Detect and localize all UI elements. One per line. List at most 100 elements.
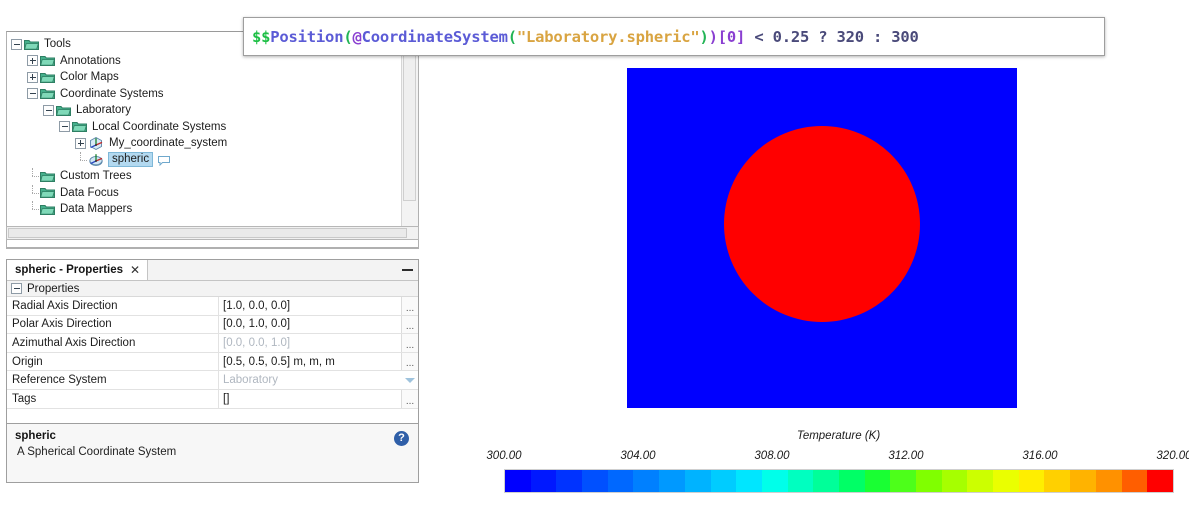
colorbar-swatch bbox=[1018, 470, 1045, 492]
tree-horizontal-scrollbar[interactable] bbox=[6, 226, 419, 240]
expand-collapse-icon[interactable] bbox=[11, 38, 22, 50]
expression-token: CoordinateSystem bbox=[361, 27, 508, 46]
tree-node-data-mappers[interactable]: Data Mappers bbox=[7, 201, 403, 218]
properties-tab-label: spheric - Properties bbox=[15, 264, 124, 276]
tree-node-spheric[interactable]: spheric bbox=[7, 151, 403, 169]
help-icon[interactable]: ? bbox=[394, 431, 409, 446]
tree-node-custom-trees[interactable]: Custom Trees bbox=[7, 168, 403, 185]
colorbar-swatch bbox=[607, 470, 634, 492]
description-panel: spheric A Spherical Coordinate System ? bbox=[6, 424, 419, 483]
colorbar-swatch bbox=[838, 470, 865, 492]
property-row[interactable]: Tags[]... bbox=[7, 389, 418, 409]
property-row[interactable]: Origin [0.5, 0.5, 0.5] m, m, m... bbox=[7, 352, 418, 372]
colorbar-swatch bbox=[556, 470, 583, 492]
colorbar-swatch bbox=[761, 470, 788, 492]
folder-icon bbox=[40, 54, 55, 67]
tree-elbow bbox=[27, 168, 40, 185]
ellipsis-button[interactable]: ... bbox=[401, 352, 418, 371]
properties-rows: Radial Axis Direction [1.0, 0.0, 0.0]... P… bbox=[7, 297, 418, 409]
tree-elbow bbox=[27, 201, 40, 218]
tab-spheric-properties[interactable]: spheric - Properties ✕ bbox=[7, 260, 149, 280]
colorbar-swatch bbox=[864, 470, 891, 492]
property-row[interactable]: Radial Axis Direction [1.0, 0.0, 0.0]... bbox=[7, 297, 418, 316]
model-tree-list[interactable]: Tools Annotations Color Maps Coordinate Sys… bbox=[7, 32, 403, 248]
tree-node-label: spheric bbox=[108, 152, 154, 168]
property-row[interactable]: Reference System Laboratory bbox=[7, 371, 418, 390]
property-row[interactable]: Polar Axis Direction [0.0, 1.0, 0.0]... bbox=[7, 315, 418, 335]
colorbar-swatch bbox=[1121, 470, 1148, 492]
tree-node-my-coordinate-system[interactable]: My_coordinate_system bbox=[7, 135, 403, 152]
ellipsis-button[interactable]: ... bbox=[401, 297, 418, 315]
tree-node-data-focus[interactable]: Data Focus bbox=[7, 184, 403, 202]
property-value[interactable]: [] bbox=[219, 390, 401, 408]
colorbar-tick-labels: 300.00 304.00 308.00 312.00 316.00 320.00 bbox=[484, 450, 1189, 465]
colorbar-tick-label: 304.00 bbox=[620, 450, 656, 462]
property-row[interactable]: Azimuthal Axis Direction [0.0, 0.0, 1.0].… bbox=[7, 334, 418, 353]
collapse-group-icon[interactable] bbox=[11, 283, 22, 294]
expression-editor-popup[interactable]: $$Position(@CoordinateSystem("Laboratory… bbox=[243, 17, 1105, 56]
expand-collapse-icon[interactable] bbox=[59, 121, 70, 133]
folder-icon bbox=[40, 170, 55, 183]
expand-collapse-icon[interactable] bbox=[43, 104, 54, 116]
tree-node-label: My_coordinate_system bbox=[109, 137, 228, 149]
spherical-axes-icon bbox=[88, 152, 104, 167]
minimize-button[interactable] bbox=[396, 260, 418, 280]
tree-node-label: Tools bbox=[44, 38, 71, 50]
property-value[interactable]: [0.5, 0.5, 0.5] m, m, m bbox=[219, 353, 401, 371]
colorbar-swatch bbox=[890, 470, 916, 492]
tree-node-color-maps[interactable]: Color Maps bbox=[7, 69, 403, 86]
property-value[interactable]: [1.0, 0.0, 0.0] bbox=[219, 297, 401, 315]
tree-node-local-coordinate-systems[interactable]: Local Coordinate Systems bbox=[7, 119, 403, 136]
tree-node-label: Color Maps bbox=[60, 71, 119, 83]
tree-elbow bbox=[75, 151, 88, 169]
folder-icon bbox=[40, 87, 55, 100]
expression-text[interactable]: $$Position(@CoordinateSystem("Laboratory… bbox=[252, 28, 919, 46]
close-icon[interactable]: ✕ bbox=[130, 264, 140, 276]
ellipsis-button[interactable]: ... bbox=[401, 315, 418, 334]
colorbar-tick-label: 308.00 bbox=[754, 450, 790, 462]
folder-icon bbox=[24, 38, 39, 51]
minimize-icon bbox=[401, 269, 413, 271]
tree-vertical-scrollbar[interactable] bbox=[401, 32, 418, 248]
model-tree-panel[interactable]: Tools Annotations Color Maps Coordinate Sys… bbox=[6, 31, 419, 249]
property-value[interactable]: [0.0, 0.0, 1.0] bbox=[219, 334, 401, 352]
expand-collapse-icon[interactable] bbox=[27, 88, 38, 100]
folder-icon bbox=[40, 203, 55, 216]
properties-tabbar: spheric - Properties ✕ bbox=[7, 260, 418, 281]
property-value[interactable]: Laboratory bbox=[219, 371, 401, 389]
expression-token: "Laboratory.spheric" bbox=[516, 27, 700, 46]
colorbar-swatch bbox=[1070, 470, 1096, 492]
chevron-down-icon[interactable] bbox=[401, 371, 418, 389]
tree-scrollbar-thumb[interactable] bbox=[403, 33, 416, 201]
property-value[interactable]: [0.0, 1.0, 0.0] bbox=[219, 316, 401, 334]
property-name: Polar Axis Direction bbox=[7, 315, 219, 334]
expand-collapse-icon[interactable] bbox=[27, 71, 38, 83]
properties-panel[interactable]: spheric - Properties ✕ Properties Radial… bbox=[6, 259, 419, 424]
folder-icon bbox=[40, 186, 55, 199]
colorbar-swatch bbox=[633, 470, 660, 492]
colorbar-swatch bbox=[530, 470, 557, 492]
colorbar-title-wrapper: Temperature (K) bbox=[495, 430, 1182, 442]
property-name: Reference System bbox=[7, 371, 219, 389]
properties-group-header[interactable]: Properties bbox=[7, 281, 418, 297]
expand-collapse-icon[interactable] bbox=[27, 55, 38, 67]
ellipsis-button[interactable]: ... bbox=[401, 334, 418, 352]
note-icon[interactable] bbox=[158, 155, 171, 166]
colorbar[interactable] bbox=[504, 469, 1174, 493]
temperature-field-region bbox=[724, 126, 920, 323]
tree-elbow bbox=[27, 184, 40, 202]
colorbar-tick-label: 316.00 bbox=[1022, 450, 1058, 462]
tree-hscrollbar-thumb[interactable] bbox=[8, 228, 407, 238]
tree-node-laboratory[interactable]: Laboratory bbox=[7, 102, 403, 119]
ellipsis-button[interactable]: ... bbox=[401, 389, 418, 408]
colorbar-swatch bbox=[993, 470, 1019, 492]
tree-node-label: Laboratory bbox=[76, 104, 131, 116]
expression-token: ( bbox=[507, 27, 517, 46]
expand-collapse-icon[interactable] bbox=[75, 137, 86, 149]
colorbar-swatch bbox=[736, 470, 762, 492]
colorbar-swatch bbox=[684, 470, 711, 492]
scene-view[interactable] bbox=[627, 68, 1017, 408]
tree-node-coordinate-systems[interactable]: Coordinate Systems bbox=[7, 86, 403, 103]
colorbar-swatch bbox=[1044, 470, 1071, 492]
colorbar-swatch bbox=[787, 470, 814, 492]
